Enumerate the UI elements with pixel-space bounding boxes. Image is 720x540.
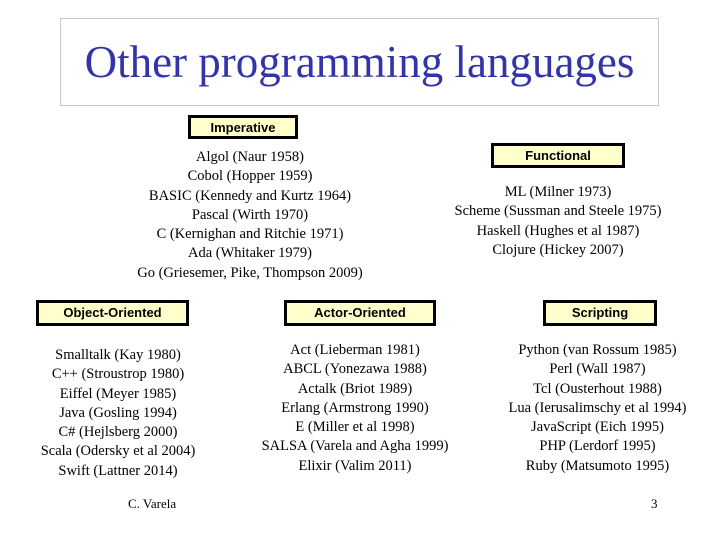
list-item: ML (Milner 1973) (504, 184, 612, 200)
list-item: JavaScript (Eich 1995) (531, 419, 664, 436)
category-label-actor-oriented: Actor-Oriented (284, 300, 436, 326)
functional-list: ML (Milner 1973) Scheme (Sussman and Ste… (428, 183, 688, 260)
list-item: Ada (Whitaker 1979) (187, 245, 312, 262)
list-item: Python (van Rossum 1985) (518, 342, 677, 358)
category-label-functional: Functional (491, 143, 625, 168)
page-number: 3 (651, 496, 658, 511)
list-item: Swift (Lattner 2014) (58, 462, 178, 479)
list-item: C# (Hejlsberg 2000) (58, 424, 178, 441)
list-item: Scheme (Sussman and Steele 1975) (454, 203, 662, 220)
title-box: Other programming languages (60, 18, 659, 106)
list-item: Pascal (Wirth 1970) (191, 206, 309, 223)
list-item: Act (Lieberman 1981) (290, 342, 420, 358)
list-item: Elixir (Valim 2011) (298, 457, 412, 474)
list-item: ABCL (Yonezawa 1988) (283, 361, 427, 378)
list-item: BASIC (Kennedy and Kurtz 1964) (148, 187, 352, 204)
list-item: Smalltalk (Kay 1980) (55, 347, 181, 363)
list-item: PHP (Lerdorf 1995) (539, 438, 656, 455)
list-item: Scala (Odersky et al 2004) (40, 443, 196, 460)
list-item: Ruby (Matsumoto 1995) (525, 457, 670, 474)
list-item: Actalk (Briot 1989) (297, 380, 413, 397)
slide-title: Other programming languages (84, 37, 635, 87)
scripting-list: Python (van Rossum 1985) Perl (Wall 1987… (490, 341, 705, 476)
list-item: Perl (Wall 1987) (549, 361, 646, 378)
list-item: Lua (Ierusalimschy et al 1994) (508, 399, 687, 416)
list-item: C++ (Stroustrop 1980) (51, 366, 185, 383)
object-oriented-list: Smalltalk (Kay 1980) C++ (Stroustrop 198… (18, 346, 218, 481)
category-label-object-oriented: Object-Oriented (36, 300, 189, 326)
list-item: E (Miller et al 1998) (295, 419, 415, 436)
footer-author: C. Varela (128, 496, 177, 511)
list-item: Tcl (Ousterhout 1988) (533, 380, 662, 397)
list-item: C (Kernighan and Ritchie 1971) (156, 226, 344, 243)
list-item: SALSA (Varela and Agha 1999) (261, 438, 449, 455)
list-item: Erlang (Armstrong 1990) (281, 399, 429, 416)
actor-oriented-list: Act (Lieberman 1981) ABCL (Yonezawa 1988… (240, 341, 470, 476)
list-item: Clojure (Hickey 2007) (492, 241, 624, 258)
list-item: Eiffel (Meyer 1985) (59, 385, 177, 402)
category-label-imperative: Imperative (188, 115, 298, 139)
list-item: Algol (Naur 1958) (196, 149, 304, 165)
category-label-scripting: Scripting (543, 300, 657, 326)
list-item: Haskell (Hughes et al 1987) (476, 222, 640, 239)
imperative-list: Algol (Naur 1958) Cobol (Hopper 1959) BA… (110, 148, 390, 283)
list-item: Go (Griesemer, Pike, Thompson 2009) (137, 264, 363, 281)
list-item: Java (Gosling 1994) (59, 404, 177, 421)
list-item: Cobol (Hopper 1959) (187, 168, 313, 185)
